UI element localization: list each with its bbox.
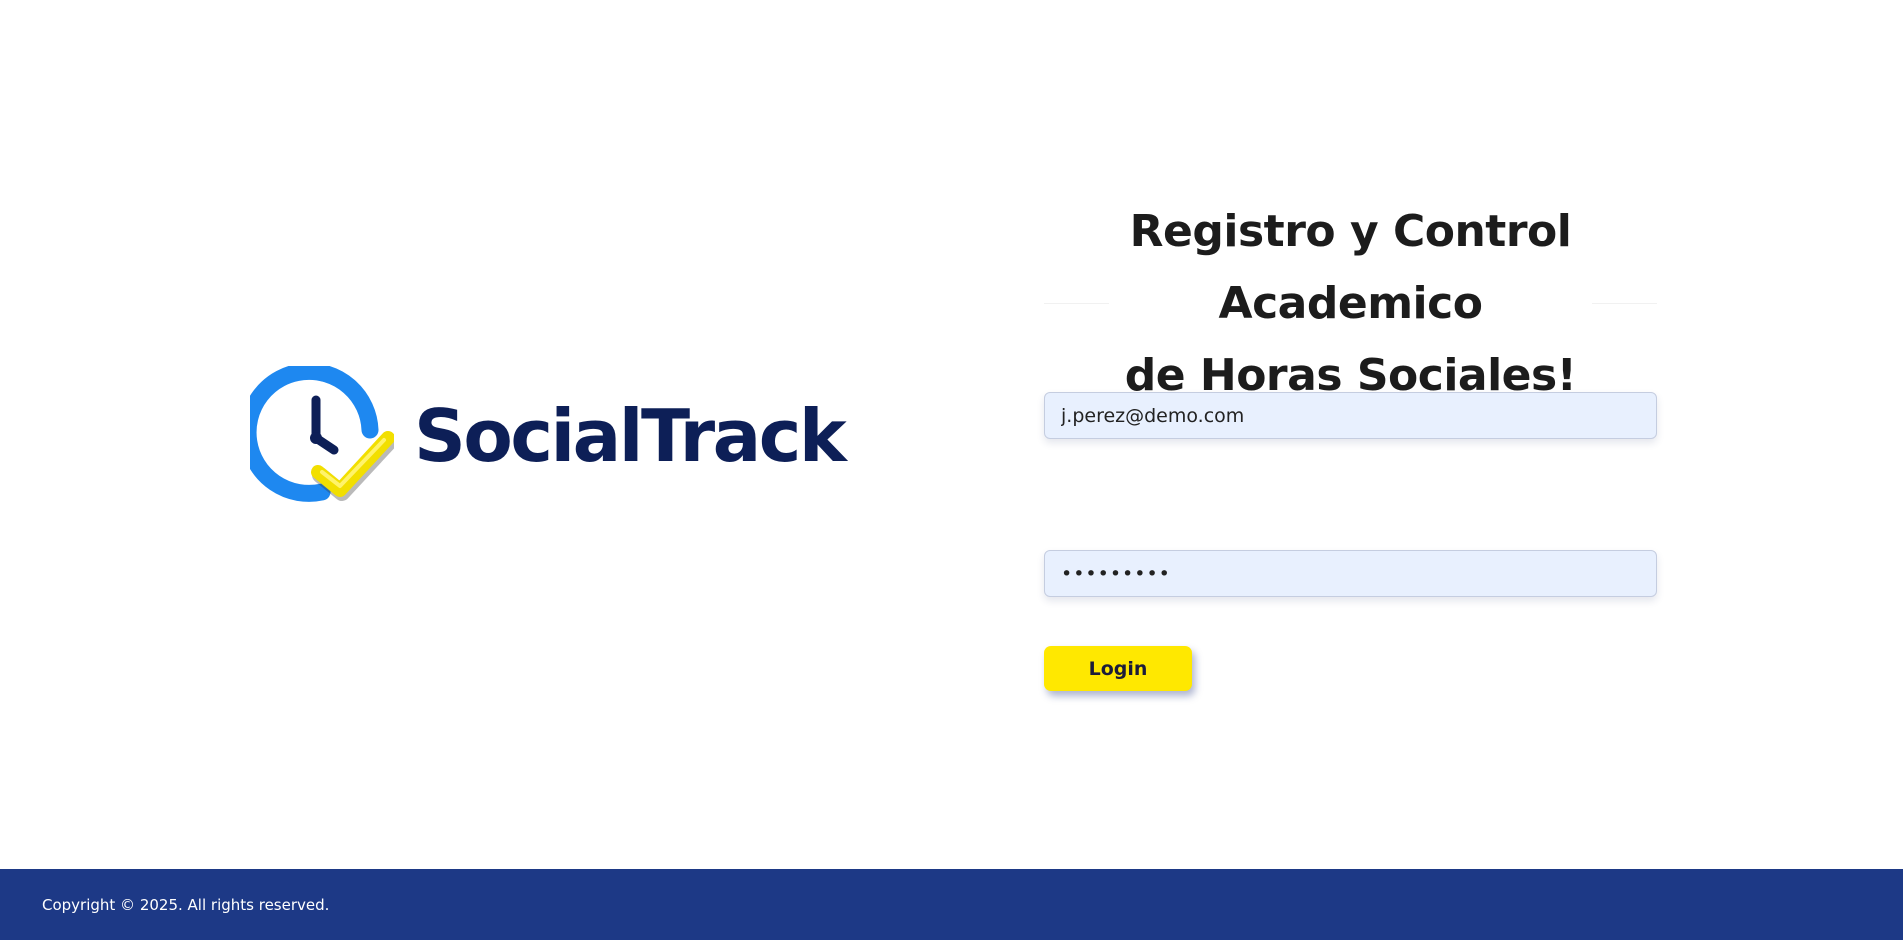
title-line-1: Registro y Control: [1129, 206, 1572, 257]
title-line-2: Academico: [1218, 278, 1483, 329]
brand-logo: SocialTrack: [250, 366, 847, 506]
brand-name: SocialTrack: [414, 394, 847, 478]
password-field[interactable]: [1044, 550, 1657, 597]
email-field[interactable]: [1044, 392, 1657, 439]
title-block: Registro y Control Academico de Horas So…: [1044, 196, 1657, 414]
page-title: Registro y Control Academico de Horas So…: [1108, 196, 1593, 412]
login-panel: Registro y Control Academico de Horas So…: [1044, 196, 1657, 691]
login-page: SocialTrack Registro y Control Academico…: [0, 0, 1903, 940]
copyright-text: Copyright © 2025. All rights reserved.: [42, 895, 330, 914]
clock-check-icon: [250, 366, 394, 502]
login-button[interactable]: Login: [1044, 646, 1192, 691]
footer: Copyright © 2025. All rights reserved.: [0, 869, 1903, 940]
